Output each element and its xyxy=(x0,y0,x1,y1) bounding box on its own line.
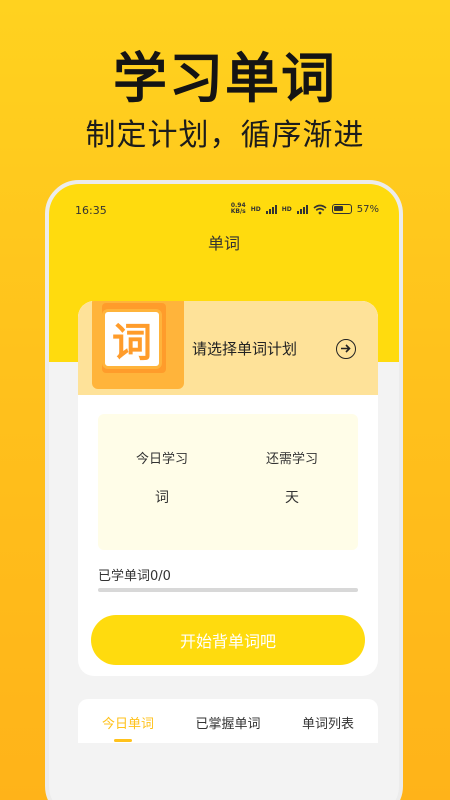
word-plan-card: 词 请选择单词计划 今日学习 词 还需学习 天 已学单词0/0 开始背单词吧 xyxy=(78,301,378,676)
promo-subtitle: 制定计划，循序渐进 xyxy=(85,118,365,153)
remaining-study-value: 天 xyxy=(285,490,299,506)
learned-words-progress-bar xyxy=(98,588,358,592)
learned-words-progress-label: 已学单词0/0 xyxy=(98,569,171,584)
page-title: 单词 xyxy=(207,234,240,253)
battery-percent: 57% xyxy=(356,203,379,215)
arrow-right-circle-icon[interactable] xyxy=(336,339,356,359)
phone-frame: 16:35 0.94 KB/s HD HD 57% 单词 词 请选择单词计划 今… xyxy=(45,180,403,800)
word-tile-icon: 词 xyxy=(102,309,162,369)
word-tabs: 今日单词 已掌握单词 单词列表 xyxy=(78,699,378,743)
select-plan-banner[interactable]: 词 请选择单词计划 xyxy=(78,301,378,395)
status-icons: 0.94 KB/s HD HD 57% xyxy=(231,203,379,215)
hd-badge-2: HD xyxy=(281,205,292,213)
stats-box: 今日学习 词 还需学习 天 xyxy=(98,414,358,550)
wifi-icon xyxy=(313,204,327,214)
select-plan-label[interactable]: 请选择单词计划 xyxy=(192,338,297,359)
status-time: 16:35 xyxy=(75,204,107,217)
active-tab-indicator xyxy=(114,739,132,742)
tab-word-list[interactable]: 单词列表 xyxy=(278,713,378,732)
status-bar: 16:35 0.94 KB/s HD HD 57% xyxy=(49,202,399,220)
tab-today-words[interactable]: 今日单词 xyxy=(78,713,178,732)
signal-icon xyxy=(265,204,277,214)
hd-badge-1: HD xyxy=(250,205,261,213)
signal-icon-2 xyxy=(296,204,308,214)
battery-icon xyxy=(331,204,352,214)
net-speed: 0.94 KB/s xyxy=(230,202,246,215)
promo-title: 学习单词 xyxy=(113,47,337,110)
start-memorizing-button[interactable]: 开始背单词吧 xyxy=(91,615,365,665)
tab-mastered-words[interactable]: 已掌握单词 xyxy=(178,713,278,732)
today-study-value: 词 xyxy=(155,490,169,506)
remaining-study-label: 还需学习 xyxy=(265,452,318,467)
today-study-label: 今日学习 xyxy=(135,452,188,467)
